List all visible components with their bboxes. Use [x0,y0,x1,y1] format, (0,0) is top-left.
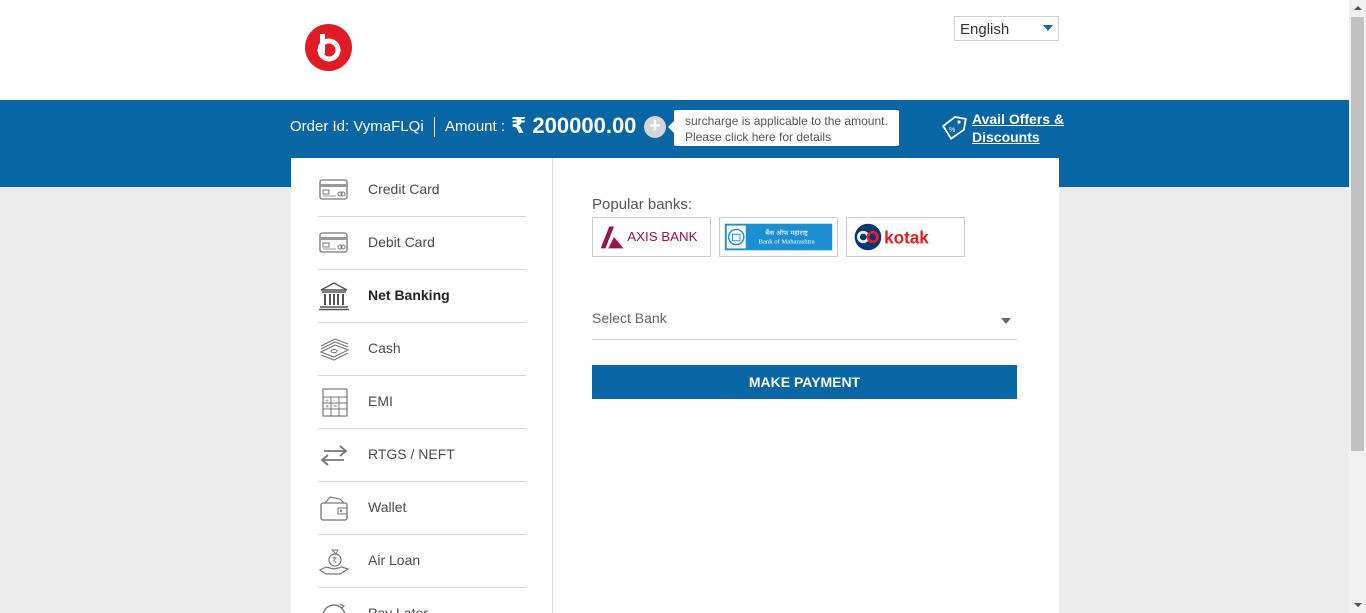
top-header: English [0,0,1349,100]
svg-text:=: = [333,404,337,410]
surcharge-line-1: surcharge is applicable to the amount. [685,114,888,128]
payment-method-menu: Credit Card Debit Card Net Banking Cash … [291,158,553,613]
menu-item-emi[interactable]: + - × = EMI [318,376,526,429]
beats-logo-icon [317,34,341,62]
menu-label: Debit Card [368,234,435,250]
scroll-thumb[interactable] [1351,17,1364,451]
net-banking-panel: Popular banks: AXIS BANK बैंक ऑफ महाराष्… [592,158,1032,613]
menu-label: Credit Card [368,181,440,197]
menu-item-pay-later[interactable]: Pay Later [318,588,526,613]
pay-later-icon [322,603,346,613]
menu-item-debit-card[interactable]: Debit Card [318,217,526,270]
bom-devanagari-name: बैंक ऑफ महाराष्ट्र [765,229,808,237]
menu-label: Pay Later [368,605,428,613]
kotak-name: kotak [884,229,929,248]
menu-item-wallet[interactable]: Wallet [318,482,526,535]
surcharge-line-2: Please click here for details [685,130,832,144]
bom-english-name: Bank of Maharashtra [759,239,815,246]
bank-icon [319,282,349,311]
menu-label: Cash [368,340,401,356]
calculator-icon: + - × = [322,388,348,417]
surcharge-details-button[interactable]: + [644,116,666,138]
menu-label: Wallet [368,499,407,515]
make-payment-button[interactable]: MAKE PAYMENT [592,365,1017,399]
chevron-down-icon [1043,25,1053,31]
credit-card-icon [319,179,348,200]
svg-text:₹: ₹ [332,556,337,565]
popular-banks-label: Popular banks: [592,196,693,213]
offer-tag-icon: % [941,116,967,140]
chevron-down-icon [1001,318,1011,324]
menu-label: RTGS / NEFT [368,446,455,462]
bank-of-maharashtra-logo: बैंक ऑफ महाराष्ट्र Bank of Maharashtra [724,223,833,251]
language-value: English [960,21,1010,38]
menu-label: EMI [368,393,393,409]
cash-icon [319,338,350,361]
scroll-up-arrow-icon[interactable] [1354,6,1362,10]
menu-item-net-banking[interactable]: Net Banking [318,270,526,323]
page-scrollbar[interactable] [1349,0,1366,613]
loan-icon: ₹ [318,549,350,575]
select-bank-placeholder: Select Bank [592,310,667,326]
menu-label: Net Banking [368,287,450,303]
surcharge-tooltip[interactable]: surcharge is applicable to the amount. P… [668,110,899,146]
kotak-bank-logo: kotak [854,223,929,251]
menu-item-air-loan[interactable]: ₹ Air Loan [318,535,526,588]
language-select[interactable]: English [954,16,1059,41]
offers-line-2: Discounts [972,129,1040,145]
wallet-icon [320,496,348,521]
select-bank-dropdown[interactable]: Select Bank [592,301,1017,340]
amount-value: ₹ 200000.00 [511,113,637,138]
divider [434,117,435,137]
amount-label: Amount : [445,118,506,135]
menu-item-rtgs-neft[interactable]: RTGS / NEFT [318,429,526,482]
scroll-down-arrow-icon[interactable] [1354,603,1362,607]
menu-item-cash[interactable]: Cash [318,323,526,376]
bank-tile-kotak[interactable]: kotak [846,217,965,257]
menu-item-credit-card[interactable]: Credit Card [318,164,526,217]
offers-line-1: Avail Offers & [972,111,1065,127]
menu-label: Air Loan [368,552,421,568]
axis-bank-logo: AXIS BANK [600,226,698,249]
svg-text:%: % [949,127,955,134]
debit-card-icon [319,232,348,253]
merchant-logo [305,24,352,71]
svg-text:×: × [325,404,329,410]
avail-offers-link[interactable]: Avail Offers & Discounts [972,110,1067,146]
bank-tile-axis[interactable]: AXIS BANK [592,217,711,257]
bank-tile-maharashtra[interactable]: बैंक ऑफ महाराष्ट्र Bank of Maharashtra [719,217,838,257]
transfer-icon [320,445,348,466]
axis-bank-name: AXIS BANK [627,229,697,244]
payment-card: Credit Card Debit Card Net Banking Cash … [291,158,1059,613]
order-id: Order Id: VymaFLQi [290,118,424,135]
